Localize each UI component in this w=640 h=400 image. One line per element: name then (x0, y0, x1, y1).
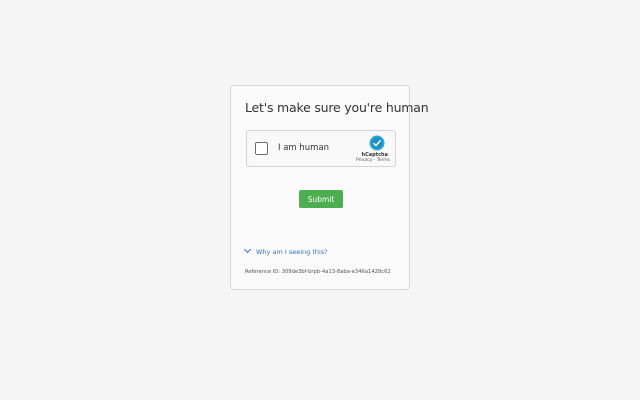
hcaptcha-logo-icon (369, 135, 385, 151)
human-checkbox[interactable] (255, 142, 268, 155)
privacy-link[interactable]: Privacy (356, 158, 372, 163)
chevron-down-icon (243, 245, 252, 254)
hcaptcha-links: Privacy - Terms (356, 158, 390, 163)
terms-link[interactable]: Terms (377, 158, 390, 163)
why-label: Why am I seeing this? (256, 248, 328, 256)
reference-id: Reference ID: 309de3bf-brpb-4a13-8aba-e3… (245, 269, 391, 275)
captcha-label: I am human (278, 143, 330, 153)
hcaptcha-widget: I am human hCaptcha Privacy - Terms (246, 130, 396, 167)
challenge-card: Let's make sure you're human I am human … (230, 85, 429, 290)
submit-button[interactable]: Submit (299, 190, 343, 208)
why-toggle[interactable]: Why am I seeing this? (243, 245, 328, 256)
page-title: Let's make sure you're human (245, 100, 429, 115)
